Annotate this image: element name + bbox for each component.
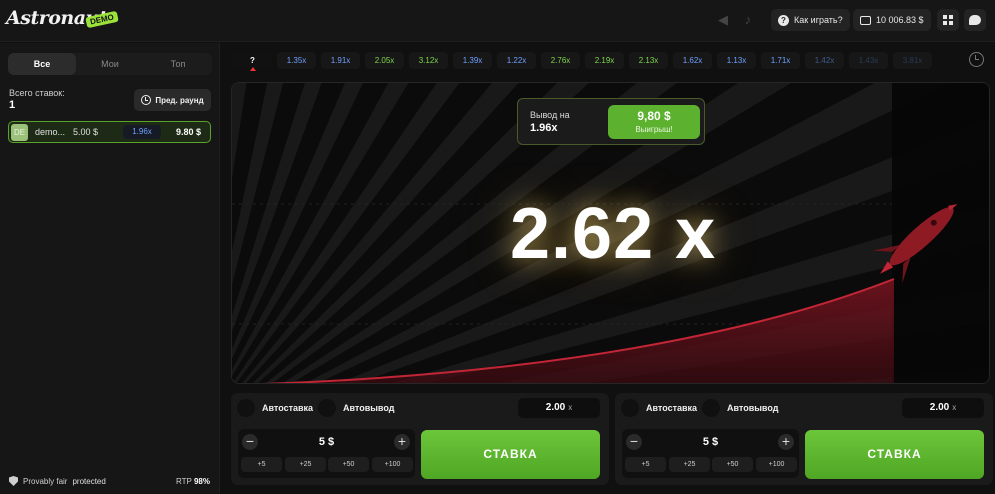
history-item[interactable]: 2.19x <box>585 52 624 69</box>
clock-icon <box>141 95 152 105</box>
sound-icon[interactable]: ◀ <box>715 12 731 28</box>
chat-icon <box>969 15 981 25</box>
balance-value: 10 006.83 $ <box>876 15 924 25</box>
quick-add-50[interactable]: +50 <box>328 457 369 472</box>
history-item[interactable]: 1.22x <box>497 52 536 69</box>
provably-fair-label: Provably fair <box>23 476 68 486</box>
history-item[interactable]: 3.12x <box>409 52 448 69</box>
quick-add-100[interactable]: +100 <box>372 457 413 472</box>
total-bets-label: Всего ставок: <box>9 88 65 98</box>
cashout-win-badge: 9,80 $ Выигрыш! <box>608 105 700 139</box>
increase-stake-button[interactable]: + <box>778 434 794 450</box>
place-bet-button[interactable]: СТАВКА <box>805 430 984 479</box>
shield-icon <box>9 476 18 486</box>
game-canvas: Вывод на 1.96x 9,80 $ Выигрыш! 2.62 x <box>231 82 990 384</box>
bet-amount: 5.00 $ <box>73 127 99 137</box>
quick-add-25[interactable]: +25 <box>285 457 326 472</box>
history-item[interactable]: 1.62x <box>673 52 712 69</box>
stake-input-box: − 5 $ + +5 +25 +50 +100 <box>622 429 799 478</box>
how-to-play-label: Как играть? <box>794 15 843 25</box>
previous-round-label: Пред. раунд <box>155 95 204 105</box>
tab-my[interactable]: Мои <box>76 53 144 75</box>
avatar: DE <box>11 123 28 141</box>
autocashout-label: Автовывод <box>727 403 779 413</box>
multiplier-history: ? 1.35x 1.91x 2.05x 3.12x 1.39x 1.22x 2.76x 2.19… <box>233 52 953 71</box>
autocashout-value: 2.00 <box>545 402 566 413</box>
autocashout-unit: x <box>568 403 573 412</box>
bets-sidebar: Все Мои Топ Всего ставок: 1 Пред. раунд … <box>0 43 220 494</box>
history-item[interactable]: 2.05x <box>365 52 404 69</box>
history-item[interactable]: 1.39x <box>453 52 492 69</box>
autocashout-unit: x <box>952 403 957 412</box>
autocashout-input[interactable]: 2.00 x <box>518 398 600 418</box>
cashout-amount: 9,80 $ <box>637 109 671 123</box>
place-bet-button[interactable]: СТАВКА <box>421 430 600 479</box>
history-item[interactable]: 1.71x <box>761 52 800 69</box>
how-to-play-button[interactable]: ? Как играть? <box>771 9 850 31</box>
quick-add-50[interactable]: +50 <box>712 457 753 472</box>
tab-top[interactable]: Топ <box>144 53 212 75</box>
cashout-multiplier: 1.96x <box>530 122 558 134</box>
rtp-label: RTP <box>176 477 192 486</box>
decrease-stake-button[interactable]: − <box>626 434 642 450</box>
chat-button[interactable] <box>964 9 986 31</box>
decrease-stake-button[interactable]: − <box>242 434 258 450</box>
protected-label: protected <box>72 476 106 486</box>
autobet-label: Автоставка <box>262 403 314 413</box>
history-item[interactable]: 3.81x <box>893 52 932 69</box>
previous-round-button[interactable]: Пред. раунд <box>134 89 211 111</box>
cashout-label: Вывод на <box>530 110 570 120</box>
autocashout-label: Автовывод <box>343 403 395 413</box>
history-item[interactable]: 2.76x <box>541 52 580 69</box>
bets-tabs: Все Мои Топ <box>8 53 212 75</box>
autobet-toggle[interactable] <box>237 399 255 417</box>
tab-all[interactable]: Все <box>8 53 76 75</box>
history-item[interactable]: ? <box>233 52 272 71</box>
bet-panel-2: Автоставка Автовывод 2.00 x − 5 $ + +5 +2… <box>615 393 993 485</box>
top-bar: Astronaut DEMO ◀ ♪ ? Как играть? 10 006.… <box>0 0 995 42</box>
quick-add-100[interactable]: +100 <box>756 457 797 472</box>
bet-panel-1: Автоставка Автовывод 2.00 x − 5 $ + +5 +2… <box>231 393 609 485</box>
bet-row: DE demo... 5.00 $ 1.96x 9.80 $ <box>8 121 211 143</box>
stake-value[interactable]: 5 $ <box>652 434 769 450</box>
history-item[interactable]: 1.43x <box>849 52 888 69</box>
provably-fair[interactable]: Provably fair protected <box>9 476 106 486</box>
quick-add-5[interactable]: +5 <box>241 457 282 472</box>
history-item[interactable]: 1.13x <box>717 52 756 69</box>
history-item[interactable]: 1.91x <box>321 52 360 69</box>
question-icon: ? <box>778 14 789 26</box>
history-item[interactable]: 2.13x <box>629 52 668 69</box>
autocashout-toggle[interactable] <box>702 399 720 417</box>
history-item[interactable]: 1.35x <box>277 52 316 69</box>
bet-multiplier: 1.96x <box>123 125 161 139</box>
autocashout-toggle[interactable] <box>318 399 336 417</box>
increase-stake-button[interactable]: + <box>394 434 410 450</box>
autocashout-input[interactable]: 2.00 x <box>902 398 984 418</box>
rtp-value: 98% <box>193 477 210 486</box>
rtp-info: RTP 98% <box>176 477 210 486</box>
grid-icon <box>943 15 953 25</box>
history-item[interactable]: 1.42x <box>805 52 844 69</box>
autocashout-value: 2.00 <box>929 402 950 413</box>
quick-add-5[interactable]: +5 <box>625 457 666 472</box>
cashout-win-label: Выигрыш! <box>635 125 673 134</box>
total-bets-count: 1 <box>9 99 16 111</box>
stake-value[interactable]: 5 $ <box>268 434 385 450</box>
menu-button[interactable] <box>937 9 959 31</box>
wallet-icon <box>860 15 871 25</box>
balance-display: 10 006.83 $ <box>853 9 931 31</box>
quick-add-25[interactable]: +25 <box>669 457 710 472</box>
history-clock-icon[interactable] <box>969 52 984 67</box>
music-off-icon[interactable]: ♪ <box>740 12 756 28</box>
bet-win: 9.80 $ <box>175 127 201 137</box>
cashout-popup: Вывод на 1.96x 9,80 $ Выигрыш! <box>517 98 705 145</box>
stake-input-box: − 5 $ + +5 +25 +50 +100 <box>238 429 415 478</box>
current-multiplier: 2.62 x <box>510 194 717 274</box>
bet-user: demo... <box>35 127 66 137</box>
autobet-label: Автоставка <box>646 403 698 413</box>
autobet-toggle[interactable] <box>621 399 639 417</box>
